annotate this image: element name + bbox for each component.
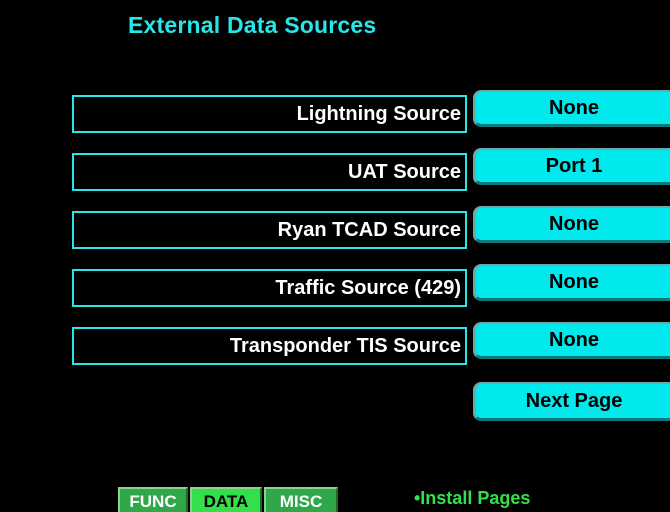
next-page-button[interactable]: Next Page (473, 382, 670, 421)
setting-row-transponder-tis: Transponder TIS Source None (0, 322, 670, 365)
setting-value: None (549, 213, 599, 235)
transponder-tis-source-button[interactable]: None (473, 322, 670, 359)
setting-label-box: Traffic Source (429) (72, 269, 467, 307)
setting-row-traffic-429: Traffic Source (429) None (0, 264, 670, 307)
setting-label-box: Transponder TIS Source (72, 327, 467, 365)
next-page-label: Next Page (525, 390, 623, 412)
setting-label: Lightning Source (296, 103, 461, 125)
page-title: External Data Sources (128, 12, 377, 38)
setting-label-box: Lightning Source (72, 95, 467, 133)
uat-source-button[interactable]: Port 1 (473, 148, 670, 185)
setting-label-box: UAT Source (72, 153, 467, 191)
tab-misc[interactable]: MISC (264, 487, 338, 512)
install-pages-label: •Install Pages (414, 488, 531, 508)
setting-row-uat: UAT Source Port 1 (0, 148, 670, 191)
setting-value: None (549, 97, 599, 119)
setting-value: Port 1 (545, 155, 603, 177)
setting-label: Transponder TIS Source (229, 335, 461, 357)
setting-label: Ryan TCAD Source (277, 219, 461, 241)
setting-row-ryan-tcad: Ryan TCAD Source None (0, 206, 670, 249)
setting-label: UAT Source (348, 161, 461, 183)
setting-value: None (549, 271, 599, 293)
setting-label: Traffic Source (429) (275, 277, 461, 299)
setting-row-lightning: Lightning Source None (0, 90, 670, 133)
traffic-source-button[interactable]: None (473, 264, 670, 301)
lightning-source-button[interactable]: None (473, 90, 670, 127)
setting-label-box: Ryan TCAD Source (72, 211, 467, 249)
tab-data[interactable]: DATA (190, 487, 262, 512)
tab-func[interactable]: FUNC (118, 487, 188, 512)
ryan-tcad-source-button[interactable]: None (473, 206, 670, 243)
setting-value: None (549, 329, 599, 351)
mfd-screen: External Data Sources Lightning Source N… (0, 0, 670, 512)
